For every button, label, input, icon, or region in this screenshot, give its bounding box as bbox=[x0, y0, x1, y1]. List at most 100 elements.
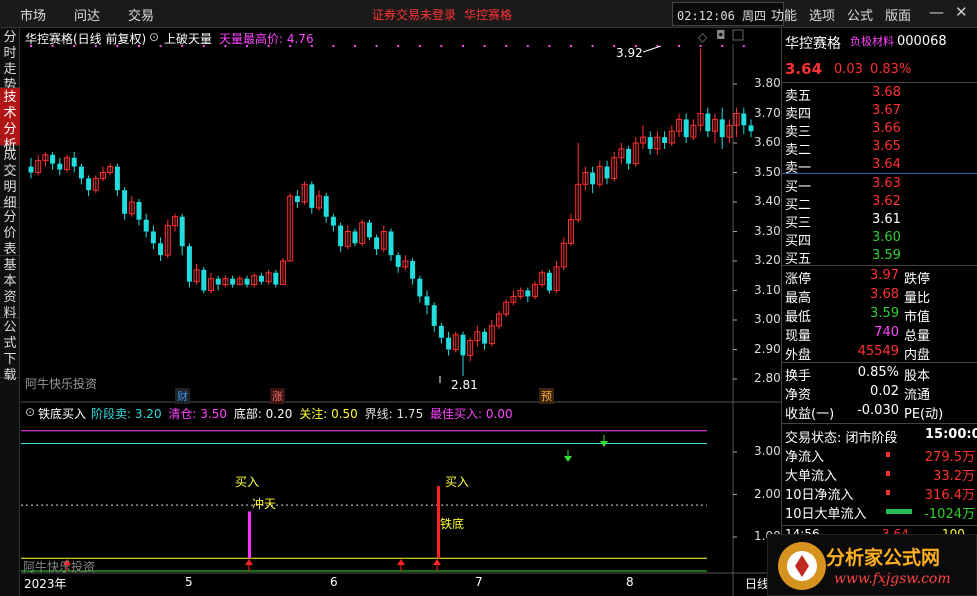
signal-bar-chongtian bbox=[248, 511, 251, 559]
candle-body bbox=[352, 231, 358, 244]
candle-body bbox=[294, 196, 300, 202]
ceiling-dot bbox=[483, 45, 486, 47]
subchart-name[interactable]: 铁底买入 bbox=[38, 405, 86, 422]
indicator-toggle-icon[interactable]: ⊙ bbox=[149, 30, 159, 44]
ceiling-dot bbox=[678, 45, 680, 47]
indicator-name[interactable]: 上破天量 bbox=[164, 30, 212, 47]
login-warning[interactable]: 证券交易未登录 bbox=[372, 6, 456, 23]
ceiling-dot bbox=[505, 45, 508, 47]
subchart-toggle-icon[interactable]: ⊙ bbox=[25, 405, 35, 419]
candle-body bbox=[626, 148, 632, 164]
event-marker-forecast[interactable]: 预 bbox=[539, 388, 554, 404]
candle-body bbox=[309, 184, 315, 208]
xaxis-label-7: 7 bbox=[475, 575, 483, 589]
bid-label: 买二 bbox=[785, 198, 812, 213]
menu-wenda[interactable]: 问达 bbox=[74, 5, 100, 24]
tab-formula-download[interactable]: 公式下载 bbox=[0, 318, 20, 383]
indicator-tick-label: 2.00 bbox=[754, 486, 781, 501]
tab-trades[interactable]: 成交明细 bbox=[0, 146, 20, 211]
trade-status: 交易状态: 闭市阶段 bbox=[785, 431, 898, 446]
tab-technical[interactable]: 技术分析 bbox=[0, 88, 20, 153]
top-menu-bar: 市场 问达 交易 证券交易未登录 华控赛格 02:12:06 周四 功能 选项 … bbox=[0, 0, 977, 28]
indicator-param: 最佳买入: 0.00 bbox=[430, 407, 513, 421]
candle-body bbox=[446, 337, 452, 350]
candle-body bbox=[273, 272, 279, 285]
stat-value: 45549 bbox=[857, 344, 899, 359]
watermark-logo: 分析家公式网 www.fxjgsw.com bbox=[767, 534, 977, 596]
candle-body bbox=[424, 296, 430, 306]
ceiling-dot bbox=[613, 45, 616, 47]
price-tick-label: 3.60 bbox=[754, 135, 781, 149]
period-selector[interactable]: 日线 bbox=[745, 575, 769, 592]
menu-layout[interactable]: 版面 bbox=[885, 5, 911, 24]
close-icon[interactable]: ✕ bbox=[955, 3, 968, 21]
menu-function[interactable]: 功能 bbox=[771, 5, 797, 24]
ceiling-dot bbox=[332, 45, 335, 47]
stat2-label-2: PE(动) bbox=[904, 407, 944, 422]
bid-label: 买一 bbox=[785, 180, 812, 195]
ceiling-dot bbox=[375, 45, 378, 47]
candle-body bbox=[647, 137, 653, 149]
menu-market[interactable]: 市场 bbox=[20, 5, 46, 24]
high-marker-arrow bbox=[642, 45, 662, 53]
indicator-param: 界线: 1.75 bbox=[364, 407, 428, 421]
chart-expand-icon[interactable]: ◇ bbox=[698, 30, 707, 44]
chart-area[interactable]: 华控赛格(日线 前复权) ⊙ 上破天量 天量最高价: 4.76 ◇ ◘ 3.80… bbox=[21, 28, 781, 596]
stat-label-2: 跌停 bbox=[904, 272, 931, 287]
candle-body bbox=[179, 216, 185, 247]
stat-label-2: 总量 bbox=[904, 329, 931, 344]
buy-arrow-3 bbox=[397, 559, 405, 565]
buy-arrow-2 bbox=[245, 559, 253, 565]
flow-label: 净流入 bbox=[785, 450, 825, 465]
event-marker-limit[interactable]: 涨 bbox=[270, 388, 285, 404]
logo-url: www.fxjgsw.com bbox=[834, 571, 951, 587]
stat-label: 涨停 bbox=[785, 272, 812, 287]
ceiling-dot bbox=[699, 45, 702, 47]
bid-price: 3.60 bbox=[872, 230, 901, 245]
stock-title-link[interactable]: 华控赛格 bbox=[464, 6, 512, 23]
flow-label: 大单流入 bbox=[785, 469, 838, 484]
tab-price-table[interactable]: 分价表 bbox=[0, 208, 20, 257]
quote-price: 3.64 bbox=[785, 60, 823, 78]
candle-body bbox=[244, 278, 250, 285]
candle-body bbox=[388, 231, 394, 256]
low-marker: 2.81 bbox=[451, 378, 478, 392]
tab-profile[interactable]: 基本资料 bbox=[0, 256, 20, 321]
ask-label: 卖二 bbox=[785, 143, 812, 158]
clock: 02:12:06 周四 bbox=[672, 2, 784, 26]
bid-label: 买三 bbox=[785, 216, 812, 231]
menu-options[interactable]: 选项 bbox=[809, 5, 835, 24]
candle-body bbox=[741, 113, 747, 126]
ceiling-dot bbox=[548, 45, 551, 47]
candle-body bbox=[230, 278, 236, 285]
stat2-label: 换手 bbox=[785, 369, 812, 384]
signal-label-chongtian: 冲天 bbox=[252, 497, 277, 511]
flow-bar bbox=[886, 471, 890, 476]
menu-formula[interactable]: 公式 bbox=[847, 5, 873, 24]
candle-body bbox=[374, 237, 380, 250]
event-marker-finance[interactable]: 财 bbox=[175, 388, 190, 404]
indicator-value: 天量最高价: 4.76 bbox=[219, 32, 314, 46]
kline-svg[interactable] bbox=[21, 28, 781, 596]
quote-concept-tag[interactable]: 负极材料 bbox=[850, 33, 894, 49]
ceiling-dot bbox=[526, 45, 529, 47]
tab-intraday[interactable]: 分时走势 bbox=[0, 28, 20, 93]
logo-emblem-icon bbox=[778, 542, 826, 590]
candle-body bbox=[215, 278, 221, 285]
candle-body bbox=[417, 278, 423, 297]
ask-price: 3.67 bbox=[872, 103, 901, 118]
watermark-label-sub: 阿牛快乐投资 bbox=[23, 560, 96, 574]
trade-time: 15:00:0 bbox=[925, 427, 977, 442]
indicator-tick-label: 3.00 bbox=[754, 444, 781, 458]
quote-stock-name: 华控赛格 bbox=[785, 36, 841, 52]
menu-trade[interactable]: 交易 bbox=[128, 5, 154, 24]
chart-restore-icon[interactable]: ◘ bbox=[716, 28, 726, 42]
stat-label: 现量 bbox=[785, 329, 812, 344]
ask-label: 卖四 bbox=[785, 107, 812, 122]
flow-value: -1024万 bbox=[924, 507, 975, 522]
candle-body bbox=[662, 137, 668, 143]
stat-label: 外盘 bbox=[785, 348, 812, 363]
ask-price: 3.65 bbox=[872, 139, 901, 154]
minimize-icon[interactable]: — bbox=[929, 3, 944, 21]
candle-body bbox=[338, 225, 344, 247]
